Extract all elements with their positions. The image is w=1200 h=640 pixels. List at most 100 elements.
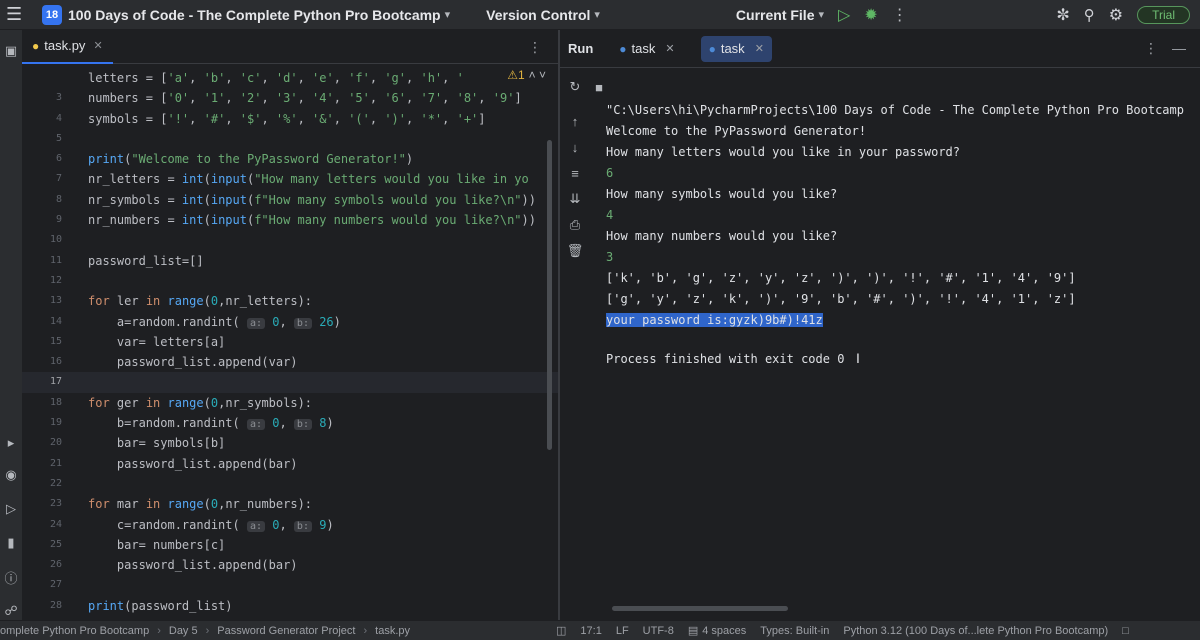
code-text[interactable]: symbols = ['!', '#', '$', '%', '&', '(',… xyxy=(88,109,486,129)
code-line[interactable]: 7 nr_letters = int(input("How many letter… xyxy=(22,169,558,189)
chevron-down-icon[interactable]: ▾ xyxy=(819,8,825,21)
code-line[interactable]: 16 password_list.append(var) xyxy=(22,352,558,372)
soft-wrap-icon[interactable]: ≡ xyxy=(566,164,584,182)
code-text[interactable]: for ler in range(0,nr_letters): xyxy=(88,291,312,311)
code-text[interactable]: a=random.randint( a: 0, b: 26) xyxy=(88,312,341,334)
code-text[interactable]: bar= symbols[b] xyxy=(88,433,225,453)
caret-position[interactable]: 17:1 xyxy=(580,625,601,637)
code-text[interactable]: password_list.append(bar) xyxy=(88,555,298,575)
breadcrumb-item[interactable]: task.py xyxy=(375,625,410,637)
line-number[interactable]: 9 xyxy=(22,210,62,230)
editor-tab-task-py[interactable]: ● task.py ✕ xyxy=(22,30,113,64)
code-text[interactable]: letters = ['a', 'b', 'c', 'd', 'e', 'f',… xyxy=(88,68,464,88)
console-scrollbar[interactable] xyxy=(612,606,788,611)
more-actions-icon[interactable]: ⋮ xyxy=(528,39,542,56)
code-area[interactable]: letters = ['a', 'b', 'c', 'd', 'e', 'f',… xyxy=(22,68,558,620)
ai-assistant-icon[interactable]: ✼ xyxy=(1056,5,1069,25)
code-line[interactable]: letters = ['a', 'b', 'c', 'd', 'e', 'f',… xyxy=(22,68,558,88)
debug-icon[interactable]: ✹ xyxy=(864,5,877,25)
line-number[interactable]: 27 xyxy=(22,575,62,595)
line-number[interactable]: 6 xyxy=(22,149,62,169)
lock-icon[interactable]: □ xyxy=(1122,625,1129,637)
code-text[interactable]: numbers = ['0', '1', '2', '3', '4', '5',… xyxy=(88,88,522,108)
code-line[interactable]: 21 password_list.append(bar) xyxy=(22,454,558,474)
line-separator[interactable]: LF xyxy=(616,625,629,637)
line-number[interactable]: 17 xyxy=(22,372,62,392)
trial-badge[interactable]: Trial xyxy=(1137,5,1190,24)
line-number[interactable]: 4 xyxy=(22,109,62,129)
code-line[interactable]: 25 bar= numbers[c] xyxy=(22,535,558,555)
code-line[interactable]: 4 symbols = ['!', '#', '$', '%', '&', '('… xyxy=(22,109,558,129)
code-text[interactable]: nr_letters = int(input("How many letters… xyxy=(88,169,529,189)
chevron-down-icon[interactable]: ▾ xyxy=(445,8,451,21)
more-actions-icon[interactable]: ⋮ xyxy=(892,5,908,25)
line-number[interactable]: 7 xyxy=(22,169,62,189)
code-line[interactable]: 20 bar= symbols[b] xyxy=(22,433,558,453)
project-name[interactable]: 100 Days of Code - The Complete Python P… xyxy=(68,7,441,23)
run-console-output[interactable]: "C:\Users\hi\PycharmProjects\100 Days of… xyxy=(606,100,1200,370)
print-icon[interactable]: ⎙ xyxy=(566,216,584,234)
minimize-icon[interactable]: — xyxy=(1172,40,1186,57)
code-line[interactable]: 15 var= letters[a] xyxy=(22,332,558,352)
line-number[interactable]: 10 xyxy=(22,230,62,250)
breadcrumb-item[interactable]: omplete Python Pro Bootcamp xyxy=(0,625,149,637)
line-number[interactable]: 23 xyxy=(22,494,62,514)
code-line[interactable]: 13 for ler in range(0,nr_letters): xyxy=(22,291,558,311)
inspection-widget[interactable]: ⚠1 ˄ ˅ xyxy=(503,68,546,82)
code-text[interactable]: b=random.randint( a: 0, b: 8) xyxy=(88,413,334,435)
version-control-menu[interactable]: Version Control xyxy=(486,7,590,23)
search-icon[interactable]: ⚲ xyxy=(1084,6,1095,24)
run-tool-icon[interactable]: ▷ xyxy=(2,500,20,518)
code-line[interactable]: 27 xyxy=(22,575,558,595)
breadcrumb-item[interactable]: Password Generator Project xyxy=(217,625,355,637)
line-number[interactable]: 12 xyxy=(22,271,62,291)
line-number[interactable]: 18 xyxy=(22,393,62,413)
line-number[interactable]: 20 xyxy=(22,433,62,453)
editor-scrollbar[interactable] xyxy=(547,140,552,450)
bookmarks-icon[interactable]: ▸ xyxy=(2,434,20,452)
line-number[interactable]: 8 xyxy=(22,190,62,210)
scroll-to-end-icon[interactable]: ⇊ xyxy=(566,190,584,208)
run-tab-active[interactable]: ● task ✕ xyxy=(700,35,772,62)
indentation[interactable]: 4 spaces xyxy=(702,625,746,637)
code-line[interactable]: 14 a=random.randint( a: 0, b: 26) xyxy=(22,312,558,332)
code-text[interactable]: print("Welcome to the PyPassword Generat… xyxy=(88,149,413,169)
code-text[interactable]: for ger in range(0,nr_symbols): xyxy=(88,393,312,413)
code-line[interactable]: 22 xyxy=(22,474,558,494)
code-line[interactable]: 23 for mar in range(0,nr_numbers): xyxy=(22,494,558,514)
close-icon[interactable]: ✕ xyxy=(755,42,764,55)
code-line[interactable]: 6 print("Welcome to the PyPassword Genera… xyxy=(22,149,558,169)
breadcrumb-item[interactable]: Day 5 xyxy=(169,625,198,637)
git-icon[interactable]: ☍ xyxy=(2,602,20,620)
line-number[interactable]: 3 xyxy=(22,88,62,108)
code-line[interactable]: 10 xyxy=(22,230,558,250)
line-number[interactable]: 14 xyxy=(22,312,62,332)
navigate-arrows-icon[interactable]: ˄ ˅ xyxy=(529,68,546,82)
code-line[interactable]: 8 nr_symbols = int(input(f"How many symbo… xyxy=(22,190,558,210)
line-number[interactable]: 11 xyxy=(22,251,62,271)
line-number[interactable]: 13 xyxy=(22,291,62,311)
code-line[interactable]: 12 xyxy=(22,271,558,291)
terminal-icon[interactable]: ▮ xyxy=(2,534,20,552)
line-number[interactable]: 24 xyxy=(22,515,62,535)
line-number[interactable]: 28 xyxy=(22,596,62,616)
run-tab[interactable]: ● task ✕ xyxy=(611,36,682,62)
python-packages-icon[interactable]: ◉ xyxy=(2,466,20,484)
trash-icon[interactable]: 🗑 xyxy=(566,242,584,260)
line-number[interactable]: 22 xyxy=(22,474,62,494)
code-text[interactable]: print(password_list) xyxy=(88,596,233,616)
settings-gear-icon[interactable]: ⚙ xyxy=(1109,5,1123,25)
line-number[interactable]: 16 xyxy=(22,352,62,372)
code-text[interactable]: nr_symbols = int(input(f"How many symbol… xyxy=(88,190,536,210)
code-line[interactable]: 11 password_list=[] xyxy=(22,251,558,271)
chevron-down-icon[interactable]: ▾ xyxy=(594,8,600,21)
code-text[interactable]: nr_numbers = int(input(f"How many number… xyxy=(88,210,536,230)
code-line[interactable]: 19 b=random.randint( a: 0, b: 8) xyxy=(22,413,558,433)
type-checking[interactable]: Types: Built-in xyxy=(760,625,829,637)
close-icon[interactable]: ✕ xyxy=(93,39,102,52)
project-tool-icon[interactable]: ▣ xyxy=(2,42,20,60)
code-text[interactable]: c=random.randint( a: 0, b: 9) xyxy=(88,515,334,537)
code-text[interactable]: var= letters[a] xyxy=(88,332,225,352)
code-line[interactable]: 5 xyxy=(22,129,558,149)
line-number[interactable]: 5 xyxy=(22,129,62,149)
